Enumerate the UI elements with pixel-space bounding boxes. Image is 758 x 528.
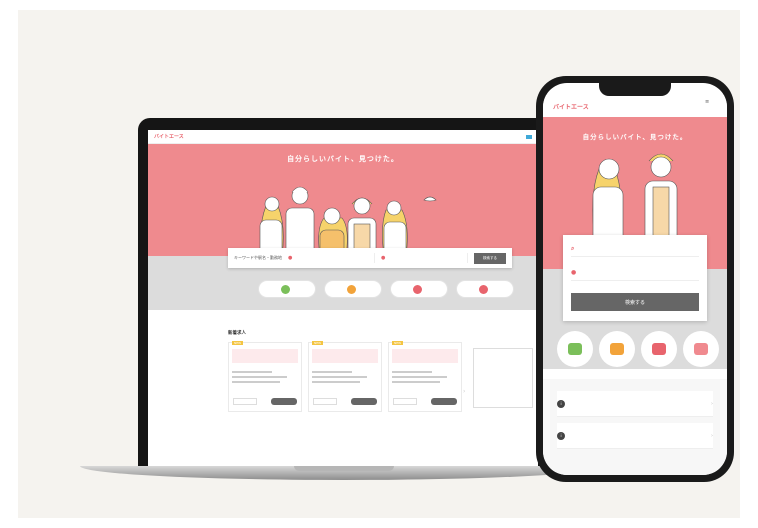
- search-icon: ●: [288, 255, 293, 261]
- category-button[interactable]: [258, 280, 316, 298]
- category-icon: [347, 284, 356, 294]
- job-detail-line: [232, 371, 272, 373]
- keep-button[interactable]: [393, 398, 417, 405]
- laptop-header: バイトエース: [148, 130, 538, 144]
- keyword-input[interactable]: ●: [288, 253, 375, 263]
- job-detail-line: [232, 376, 287, 378]
- laptop-hero: 自分らしいバイト、見つけた。: [148, 144, 538, 256]
- login-button[interactable]: [526, 134, 532, 139]
- location-pin-icon: ●: [571, 269, 577, 276]
- search-icon: ⌕: [571, 244, 575, 252]
- phone-frame: バイトエース ≡ 自分らしいバイト、見つけた。 ⌕ ● 検索する i › i ›: [536, 76, 734, 482]
- hero-illustration: [259, 186, 437, 256]
- search-label: キーワードや駅名・勤務地: [234, 255, 282, 260]
- job-detail-line: [312, 376, 367, 378]
- chevron-right-icon: ›: [711, 432, 713, 439]
- new-badge: NEW: [312, 341, 324, 345]
- category-icon: [652, 342, 666, 355]
- phone-category-button[interactable]: [557, 331, 593, 367]
- phone-logo[interactable]: バイトエース: [553, 102, 717, 111]
- job-card[interactable]: NEW: [228, 341, 302, 412]
- laptop-categories: [258, 280, 514, 298]
- job-card[interactable]: NEW: [388, 341, 462, 412]
- new-badge: NEW: [392, 341, 404, 345]
- info-icon: i: [557, 399, 565, 408]
- laptop-screen: バイトエース 自分らしいバイト、見つけた。 キーワードや駅名・勤務地 ● ● 検…: [138, 118, 548, 468]
- phone-screen: バイトエース ≡ 自分らしいバイト、見つけた。 ⌕ ● 検索する i › i ›: [543, 83, 727, 475]
- mockup-stage: バイトエース 自分らしいバイト、見つけた。 キーワードや駅名・勤務地 ● ● 検…: [18, 10, 740, 518]
- detail-button[interactable]: [351, 398, 377, 405]
- job-detail-line: [232, 381, 280, 383]
- info-icon: i: [557, 431, 565, 440]
- laptop-main: 新着求人 NEW NEW NEW ›: [148, 310, 538, 468]
- location-input[interactable]: ●: [381, 253, 468, 263]
- phone-keyword-input[interactable]: ⌕: [571, 241, 699, 257]
- keep-button[interactable]: [233, 398, 257, 405]
- job-detail-line: [392, 371, 432, 373]
- category-icon: [281, 284, 290, 294]
- location-pin-icon: ●: [381, 255, 386, 261]
- category-button[interactable]: [456, 280, 514, 298]
- phone-category-button[interactable]: [683, 331, 719, 367]
- category-icon: [568, 342, 582, 355]
- new-badge: NEW: [232, 341, 244, 345]
- job-desc: [392, 349, 458, 363]
- phone-search-box: ⌕ ● 検索する: [563, 235, 707, 321]
- category-icon: [479, 284, 488, 294]
- job-detail-line: [312, 381, 360, 383]
- laptop-notch: [294, 466, 394, 471]
- section-title: 新着求人: [228, 331, 246, 336]
- detail-button[interactable]: [431, 398, 457, 405]
- phone-news-list: i › i ›: [543, 379, 727, 475]
- hamburger-menu-icon[interactable]: ≡: [705, 99, 709, 105]
- phone-notch: [599, 83, 671, 96]
- carousel-next-icon[interactable]: ›: [463, 388, 465, 395]
- phone-search-button[interactable]: 検索する: [571, 293, 699, 311]
- laptop-search-bar: キーワードや駅名・勤務地 ● ● 検索する: [228, 248, 512, 268]
- job-cards: NEW NEW NEW: [228, 341, 462, 412]
- job-detail-line: [392, 376, 447, 378]
- category-icon: [694, 342, 708, 355]
- category-icon: [610, 342, 624, 355]
- category-icon: [413, 284, 422, 294]
- phone-header: バイトエース: [543, 95, 727, 117]
- phone-categories: [557, 331, 719, 367]
- news-item[interactable]: i ›: [557, 423, 713, 449]
- phone-category-button[interactable]: [641, 331, 677, 367]
- phone-category-button[interactable]: [599, 331, 635, 367]
- job-desc: [312, 349, 378, 363]
- job-desc: [232, 349, 298, 363]
- ad-banner[interactable]: [473, 348, 533, 408]
- job-detail-line: [312, 371, 352, 373]
- job-detail-line: [392, 381, 440, 383]
- category-button[interactable]: [324, 280, 382, 298]
- search-button[interactable]: 検索する: [474, 252, 506, 264]
- chevron-right-icon: ›: [711, 400, 713, 407]
- detail-button[interactable]: [271, 398, 297, 405]
- laptop-webpage: バイトエース 自分らしいバイト、見つけた。 キーワードや駅名・勤務地 ● ● 検…: [148, 130, 538, 468]
- laptop-logo[interactable]: バイトエース: [154, 133, 184, 140]
- job-card[interactable]: NEW: [308, 341, 382, 412]
- news-item[interactable]: i ›: [557, 391, 713, 417]
- keep-button[interactable]: [313, 398, 337, 405]
- category-button[interactable]: [390, 280, 448, 298]
- phone-location-input[interactable]: ●: [571, 265, 699, 281]
